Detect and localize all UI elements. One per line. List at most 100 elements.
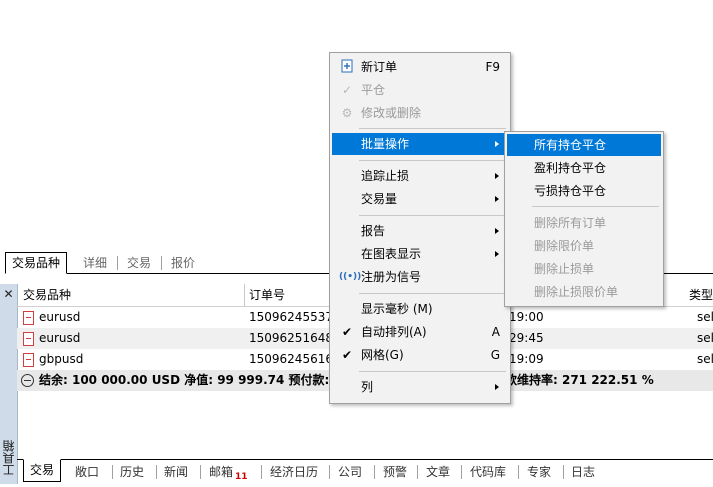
menu-item-modify-delete[interactable]: ⚙ 修改或删除	[332, 102, 508, 124]
menu-item-volume[interactable]: 交易量	[332, 188, 508, 210]
tab-divider	[329, 465, 330, 479]
menu-item-grid[interactable]: ✔ 网格(G) G	[332, 344, 508, 366]
row-time: 19:09	[509, 352, 544, 366]
submenu-arrow-icon	[495, 384, 499, 390]
submenu-label: 盈利持仓平仓	[534, 161, 607, 175]
column-header-symbol[interactable]: 交易品种	[23, 284, 71, 306]
tab-alerts[interactable]: 预警	[383, 462, 407, 482]
row-time: 19:00	[509, 310, 544, 324]
menu-label: 报告	[361, 224, 386, 238]
row-type: sell	[697, 310, 713, 324]
submenu-item-delete-stop[interactable]: 删除止损单	[507, 258, 661, 280]
signal-icon: ((•))	[339, 272, 362, 282]
position-doc-icon	[23, 311, 34, 325]
check-icon: ✓	[341, 83, 353, 97]
menu-label: 新订单	[361, 60, 398, 74]
menu-label: 追踪止损	[361, 169, 410, 183]
tab-exposure[interactable]: 敞口	[75, 462, 99, 482]
submenu-label: 删除限价单	[534, 239, 595, 253]
submenu-item-close-losing[interactable]: 亏损持仓平仓	[507, 180, 661, 202]
row-time: 29:45	[509, 331, 544, 345]
menu-item-trailing-stop[interactable]: 追踪止损	[332, 165, 508, 187]
submenu-item-delete-all[interactable]: 删除所有订单	[507, 212, 661, 234]
menu-item-new-order[interactable]: 新订单 F9	[332, 56, 508, 78]
menu-separator	[359, 160, 506, 161]
menu-item-bulk-operations[interactable]: 批量操作	[332, 133, 508, 155]
checkmark-icon: ✔	[341, 325, 353, 339]
row-symbol: eurusd	[39, 310, 81, 324]
menu-label: 注册为信号	[361, 270, 422, 284]
tab-divider	[563, 465, 564, 479]
menu-item-columns[interactable]: 列	[332, 376, 508, 398]
tab-articles[interactable]: 文章	[426, 462, 450, 482]
gear-icon: ⚙	[341, 106, 353, 120]
menu-item-show-milliseconds[interactable]: 显示毫秒 (M)	[332, 298, 508, 320]
submenu-label: 所有持仓平仓	[534, 138, 607, 152]
menu-item-register-signal[interactable]: ((•)) 注册为信号	[332, 266, 508, 288]
new-order-icon	[339, 59, 355, 75]
submenu-label: 删除所有订单	[534, 216, 607, 230]
tab-news[interactable]: 新闻	[164, 462, 188, 482]
menu-label: 批量操作	[361, 137, 410, 151]
menu-label: 修改或删除	[361, 106, 422, 120]
tab-divider	[112, 465, 113, 479]
position-doc-icon	[23, 332, 34, 346]
submenu-item-delete-stop-limit[interactable]: 删除止损限价单	[507, 281, 661, 303]
row-symbol: gbpusd	[39, 352, 84, 366]
submenu-item-close-all[interactable]: 所有持仓平仓	[507, 134, 661, 156]
menu-item-close-position[interactable]: ✓ 平仓	[332, 79, 508, 101]
column-header-type[interactable]: 类型	[689, 284, 713, 306]
checkmark-icon: ✔	[341, 348, 353, 362]
tab-company[interactable]: 公司	[338, 462, 362, 482]
menu-label: 在图表显示	[361, 247, 422, 261]
summary-balance: 结余: 100 000.00 USD 净值: 99 999.74 预付款: 36…	[39, 373, 364, 387]
row-order: 150962455372	[249, 310, 329, 324]
menu-label: 显示毫秒 (M)	[361, 302, 433, 316]
tab-details[interactable]: 详细	[83, 253, 107, 273]
menu-separator	[359, 371, 506, 372]
menu-item-report[interactable]: 报告	[332, 220, 508, 242]
tab-quotes[interactable]: 报价	[171, 253, 195, 273]
toolbox-title: 工具箱	[2, 440, 16, 476]
menu-item-auto-arrange[interactable]: ✔ 自动排列(A) A	[332, 321, 508, 343]
bottom-tab-bar: 交易 敞口 历史 新闻 邮箱 11 经济日历 公司 预警 文章 代码库 专家 日志	[17, 459, 713, 485]
submenu-arrow-icon	[495, 251, 499, 257]
close-icon[interactable]: ✕	[0, 285, 17, 303]
tab-experts[interactable]: 专家	[527, 462, 551, 482]
tab-journal[interactable]: 日志	[571, 462, 595, 482]
tab-economic-calendar[interactable]: 经济日历	[270, 462, 318, 482]
submenu-item-close-profitable[interactable]: 盈利持仓平仓	[507, 157, 661, 179]
menu-label: 交易量	[361, 192, 398, 206]
column-divider[interactable]	[244, 284, 245, 306]
tab-history[interactable]: 历史	[120, 462, 144, 482]
submenu-arrow-icon	[495, 228, 499, 234]
row-type: sell	[697, 352, 713, 366]
tab-symbols[interactable]: 交易品种	[5, 252, 68, 274]
submenu-item-delete-limit[interactable]: 删除限价单	[507, 235, 661, 257]
tab-divider	[261, 465, 262, 479]
submenu-arrow-icon	[495, 141, 499, 147]
menu-separator	[359, 128, 506, 129]
submenu-label: 亏损持仓平仓	[534, 184, 607, 198]
menu-item-show-on-chart[interactable]: 在图表显示	[332, 243, 508, 265]
submenu-arrow-icon	[495, 173, 499, 179]
position-doc-icon	[23, 353, 34, 367]
row-symbol: eurusd	[39, 331, 81, 345]
menu-separator	[359, 215, 506, 216]
submenu-separator	[532, 206, 659, 207]
menu-separator	[359, 293, 506, 294]
tab-divider	[161, 256, 162, 270]
menu-label: 列	[361, 380, 374, 394]
row-order: 150962456162	[249, 352, 329, 366]
collapse-minus-icon[interactable]	[21, 374, 34, 387]
tab-code-base[interactable]: 代码库	[470, 462, 506, 482]
tab-mailbox[interactable]: 邮箱 11	[209, 462, 248, 482]
tab-trading[interactable]: 交易	[127, 253, 151, 273]
menu-label: 自动排列(A)	[361, 325, 427, 339]
menu-shortcut: G	[490, 348, 500, 362]
context-menu: 新订单 F9 ✓ 平仓 ⚙ 修改或删除 批量操作 追踪止损 交易量 报告 在图表…	[329, 52, 511, 404]
tab-trade[interactable]: 交易	[23, 459, 62, 482]
column-header-order[interactable]: 订单号	[249, 284, 285, 306]
menu-label: 网格(G)	[361, 348, 404, 362]
submenu-arrow-icon	[495, 196, 499, 202]
